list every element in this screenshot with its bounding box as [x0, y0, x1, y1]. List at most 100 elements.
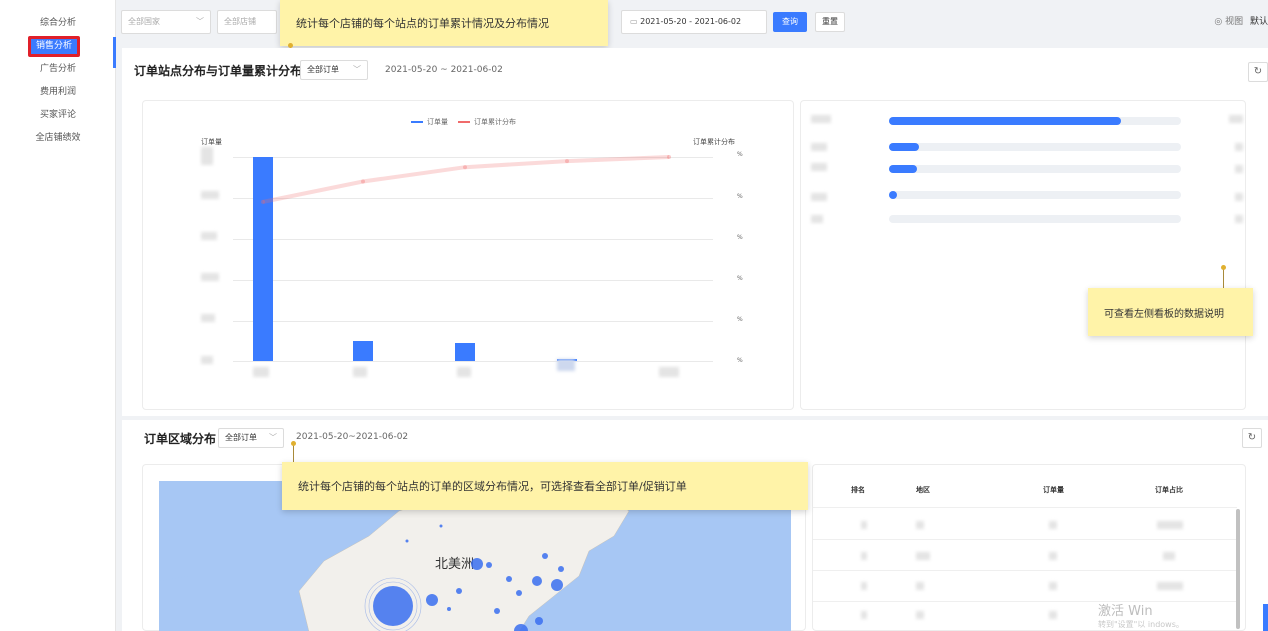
date-range-value: 2021-05-20 - 2021-06-02: [640, 17, 742, 26]
site-bar-track: [889, 165, 1181, 173]
site-label: [811, 115, 831, 123]
table-cell: [1163, 552, 1175, 560]
site-bar-track: [889, 215, 1181, 223]
tooltip-site-distribution: 统计每个店铺的每个站点的订单累计情况及分布情况: [280, 0, 608, 46]
x-tick-label: [457, 367, 471, 377]
table-cell: [1049, 582, 1057, 590]
table-cell: [916, 582, 924, 590]
site-bar: [889, 143, 919, 151]
sidebar-item-reviews[interactable]: 买家评论: [0, 104, 116, 127]
tooltip-pin: [291, 441, 296, 462]
site-label: [811, 215, 823, 223]
table-row: [813, 570, 1237, 571]
table-header-share: 订单占比: [1155, 486, 1183, 494]
order-type-select[interactable]: 全部订单 ﹀: [218, 428, 284, 448]
cumulative-point: [463, 165, 467, 170]
order-type-value: 全部订单: [307, 65, 339, 74]
table-header-region: 地区: [916, 486, 930, 494]
table-row: [813, 601, 1237, 602]
section-title: 订单站点分布与订单量累计分布: [134, 64, 303, 78]
cumulative-point: [261, 199, 265, 204]
sidebar-active-indicator: [113, 37, 116, 68]
tooltip-text: 可查看左侧看板的数据说明: [1104, 308, 1224, 320]
sidebar-item-label: 广告分析: [39, 64, 76, 74]
shop-select-placeholder: 全部店铺: [224, 17, 256, 26]
chevron-down-icon: ﹀: [196, 17, 204, 26]
table-cell: [1049, 552, 1057, 560]
table-row: [813, 539, 1237, 540]
sidebar-item-overview[interactable]: 综合分析: [0, 12, 116, 35]
site-bar: [889, 165, 917, 173]
site-value: [1235, 215, 1243, 223]
sidebar-item-shop-performance[interactable]: 全店铺绩效: [0, 127, 116, 150]
table-header-rank: 排名: [851, 486, 865, 494]
date-range-picker[interactable]: ▭ 2021-05-20 - 2021-06-02: [621, 10, 767, 34]
sidebar-item-profit[interactable]: 费用利润: [0, 81, 116, 104]
cumulative-point: [565, 159, 569, 164]
table-cell: [861, 521, 867, 529]
x-tick-label: [659, 367, 679, 377]
calendar-icon: ▭: [630, 17, 638, 26]
tooltip-text: 统计每个店铺的每个站点的订单的区域分布情况，可选择查看全部订单/促销订单: [298, 480, 687, 493]
section-date: 2021-05-20~2021-06-02: [296, 432, 409, 442]
cumulative-point: [361, 179, 365, 184]
search-button[interactable]: 查询: [773, 12, 807, 32]
site-ranking-card: [800, 100, 1246, 410]
tooltip-text: 统计每个店铺的每个站点的订单累计情况及分布情况: [296, 17, 549, 30]
table-cell: [861, 552, 867, 560]
table-row: [813, 507, 1237, 508]
table-cell: [1049, 611, 1057, 619]
site-label: [811, 163, 827, 171]
site-bar: [889, 191, 897, 199]
table-cell: [916, 552, 930, 560]
site-value: [1229, 115, 1243, 123]
sidebar-item-sales[interactable]: 销售分析: [0, 35, 116, 58]
site-label: [811, 143, 827, 151]
eye-icon: ◎: [1214, 17, 1223, 27]
site-label: [811, 193, 827, 201]
country-select[interactable]: 全部国家 ﹀: [121, 10, 211, 34]
sidebar-item-ads[interactable]: 广告分析: [0, 58, 116, 81]
order-site-panel: 订单站点分布与订单量累计分布 全部订单 ﹀ 2021-05-20 ~ 2021-…: [122, 48, 1268, 416]
table-cell: [1157, 582, 1183, 590]
reset-button[interactable]: 重置: [815, 12, 845, 32]
table-cell: [861, 582, 867, 590]
country-select-placeholder: 全部国家: [128, 17, 160, 26]
cumulative-line-chart: [261, 155, 671, 204]
tooltip-data-description: 可查看左侧看板的数据说明: [1088, 288, 1253, 336]
site-bar: [889, 117, 1121, 125]
chart-card: 订单量 订单累计分布 订单量 订单累计分布 % % % % % %: [142, 100, 794, 410]
refresh-icon[interactable]: ↻: [1242, 428, 1262, 448]
activation-watermark: 激活 Win: [1098, 604, 1153, 619]
sidebar-item-label: 综合分析: [39, 18, 76, 28]
site-value: [1235, 193, 1243, 201]
site-value: [1235, 165, 1243, 173]
sidebar-item-label: 买家评论: [39, 110, 76, 120]
shop-select[interactable]: 全部店铺: [217, 10, 277, 34]
x-tick-label: [353, 367, 367, 377]
activation-watermark-sub: 转到"设置"以 indows。: [1098, 620, 1184, 629]
view-label: 视图: [1225, 17, 1244, 27]
site-bar-track: [889, 143, 1181, 151]
site-bar-track: [889, 191, 1181, 199]
default-label: 默认: [1249, 17, 1268, 27]
sidebar: 综合分析 销售分析 广告分析 费用利润 买家评论 全店铺绩效: [0, 0, 116, 631]
x-tick-label: [557, 359, 575, 371]
sidebar-item-label: 销售分析: [27, 36, 80, 57]
tooltip-region-distribution: 统计每个店铺的每个站点的订单的区域分布情况，可选择查看全部订单/促销订单: [282, 462, 808, 510]
table-cell: [861, 611, 867, 619]
sidebar-item-label: 费用利润: [39, 87, 76, 97]
sidebar-item-label: 全店铺绩效: [35, 133, 81, 143]
chevron-down-icon: ﹀: [353, 65, 361, 74]
section-title: 订单区域分布: [144, 432, 217, 446]
section-date: 2021-05-20 ~ 2021-06-02: [385, 65, 503, 75]
order-type-select[interactable]: 全部订单 ﹀: [300, 60, 368, 80]
table-scrollbar[interactable]: [1236, 509, 1240, 629]
view-toggle[interactable]: ◎ 视图 默认: [1214, 10, 1268, 34]
table-header-orders: 订单量: [1043, 486, 1064, 494]
table-cell: [1157, 521, 1183, 529]
site-value: [1235, 143, 1243, 151]
refresh-icon[interactable]: ↻: [1248, 62, 1268, 82]
edge-widget[interactable]: [1263, 604, 1268, 631]
table-cell: [916, 521, 924, 529]
